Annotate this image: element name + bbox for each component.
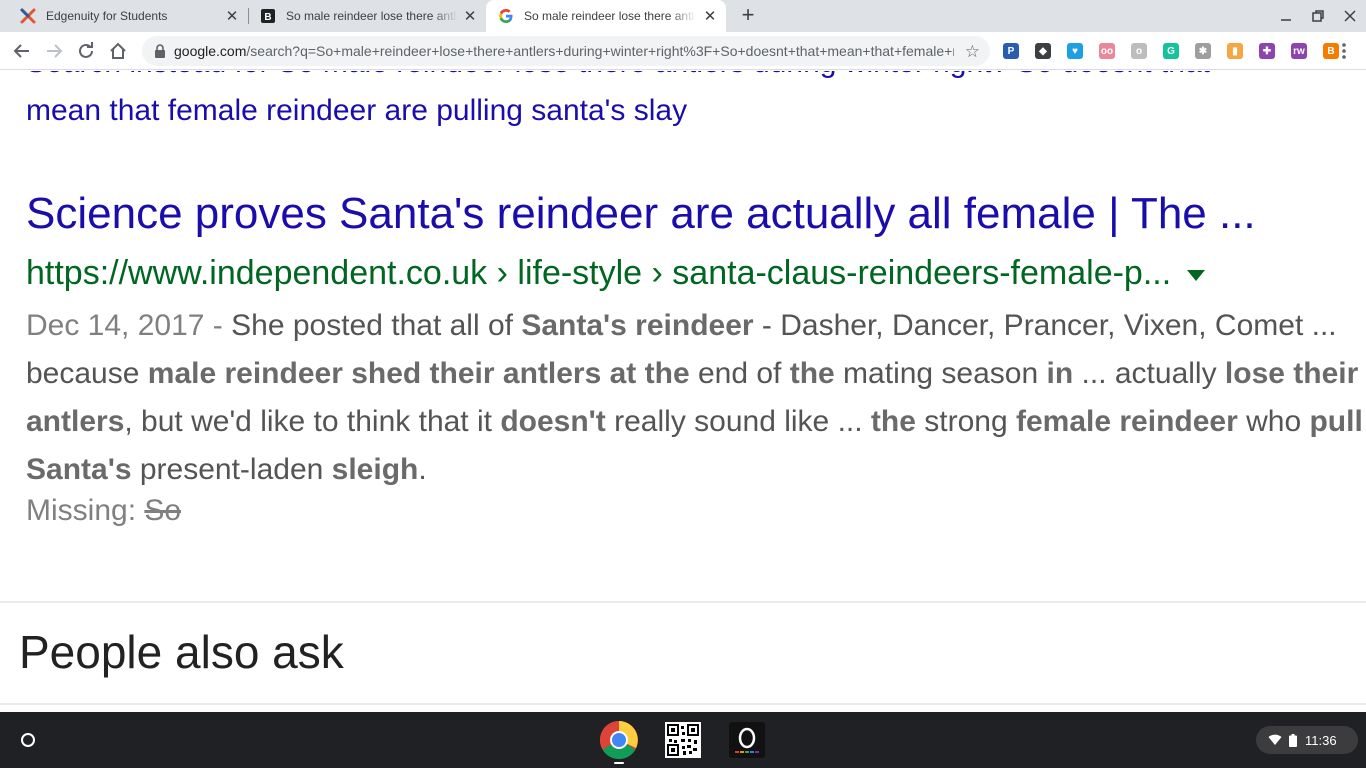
more-menu-icon[interactable] [1334, 41, 1354, 61]
snippet-text: present-laden [131, 453, 332, 486]
address-url[interactable]: google.com/search?q=So+male+reindeer+los… [174, 43, 954, 59]
qr-code-icon[interactable] [662, 720, 704, 760]
o-app-icon[interactable] [726, 720, 768, 760]
snippet-text: really sound like ... [605, 405, 871, 438]
url-path: /search?q=So+male+reindeer+lose+there+an… [246, 43, 954, 59]
snippet-highlight: the [870, 405, 916, 438]
google-icon [498, 8, 514, 24]
snippet-text: . [418, 453, 427, 486]
chrome-icon[interactable] [598, 720, 640, 760]
snippet-highlight: Santa's reindeer [521, 309, 754, 342]
snippet-text: mating season [834, 357, 1047, 390]
close-window-icon[interactable] [1340, 6, 1360, 26]
page-content: Search instead for So male reindeer lose… [0, 71, 1366, 712]
restore-icon[interactable] [1308, 6, 1328, 26]
tab-close-icon[interactable]: ✕ [462, 8, 478, 25]
snippet-highlight: in [1046, 357, 1074, 390]
edgenuity-icon [20, 8, 36, 24]
spelling-suggestion-line[interactable]: Search instead for So male reindeer lose… [26, 71, 1366, 87]
back-icon[interactable] [10, 39, 34, 63]
clock-time: 11:36 [1305, 732, 1337, 748]
launcher-icon[interactable] [12, 724, 44, 756]
tab-title: So male reindeer lose there antlers duri… [524, 9, 696, 23]
snippet-text: She posted that all of [231, 309, 522, 342]
snippet-highlight: doesn't [500, 405, 606, 438]
snippet-highlight: sleigh [331, 453, 419, 486]
tab-brainly[interactable]: B So male reindeer lose there antlers du… [248, 0, 486, 32]
snippet-text: end of [689, 357, 790, 390]
system-shelf: 11:36 [0, 712, 1366, 768]
minimize-icon[interactable] [1276, 6, 1296, 26]
spelling-suggestion-line[interactable]: mean that female reindeer are pulling sa… [26, 87, 1366, 135]
snippet-highlight: female reindeer [1015, 405, 1238, 438]
tab-close-icon[interactable]: ✕ [224, 8, 240, 25]
url-domain: google.com [174, 43, 247, 59]
active-app-indicator [614, 762, 624, 764]
new-tab-button[interactable]: + [736, 4, 760, 28]
snippet-text: who [1237, 405, 1310, 438]
rw-ext-icon[interactable]: rw [1291, 43, 1307, 59]
missing-label: Missing: [26, 494, 145, 527]
svg-text:B: B [264, 12, 271, 23]
status-tray[interactable]: 11:36 [1256, 726, 1358, 754]
gray-ext-icon[interactable]: ✱ [1195, 43, 1211, 59]
snippet-text: ... actually [1073, 357, 1225, 390]
reload-icon[interactable] [74, 39, 98, 63]
missing-term: So [144, 494, 182, 527]
battery-icon [1289, 733, 1297, 747]
missing-terms: Missing: So [26, 494, 181, 528]
doc-ext-icon[interactable]: ▮ [1227, 43, 1243, 59]
brainly-icon: B [260, 8, 276, 24]
tab-title: So male reindeer lose there antlers duri… [286, 9, 458, 23]
person-ext-icon[interactable]: o [1131, 43, 1147, 59]
result-url[interactable]: https://www.independent.co.uk › life-sty… [26, 254, 1206, 293]
result-date: Dec 14, 2017 - [26, 309, 232, 342]
tab-close-icon[interactable]: ✕ [702, 8, 718, 25]
snippet-highlight: the [789, 357, 835, 390]
pearson-ext-icon[interactable]: P [1003, 43, 1019, 59]
people-also-ask-heading: People also ask [19, 626, 344, 678]
home-icon[interactable] [106, 39, 130, 63]
snippet-text: strong [915, 405, 1016, 438]
tab-strip: Edgenuity for Students ✕ B So male reind… [0, 0, 1366, 32]
wifi-icon [1268, 734, 1282, 746]
spelling-suggestion[interactable]: Search instead for So male reindeer lose… [26, 71, 1366, 135]
puzzle-ext-icon[interactable]: ✚ [1259, 43, 1275, 59]
tab-google-search[interactable]: So male reindeer lose there antlers duri… [486, 0, 726, 32]
address-bar[interactable]: google.com/search?q=So+male+reindeer+los… [142, 36, 990, 66]
section-divider [0, 601, 1366, 603]
grammarly-ext-icon[interactable]: G [1163, 43, 1179, 59]
shield-ext-icon[interactable]: ◆ [1035, 43, 1051, 59]
result-snippet: Dec 14, 2017 - She posted that all of Sa… [26, 302, 1366, 494]
result-url-text[interactable]: https://www.independent.co.uk › life-sty… [26, 254, 1171, 293]
browser-toolbar: google.com/search?q=So+male+reindeer+los… [0, 32, 1366, 70]
forward-icon[interactable] [42, 39, 66, 63]
result-menu-caret-icon[interactable] [1187, 270, 1206, 281]
tab-edgenuity[interactable]: Edgenuity for Students ✕ [8, 0, 248, 32]
tab-title: Edgenuity for Students [46, 9, 168, 23]
bookmark-star-icon[interactable]: ☆ [965, 42, 980, 62]
lock-icon[interactable] [152, 43, 168, 59]
heart-ext-icon[interactable]: ♥ [1067, 43, 1083, 59]
snippet-text: , but we'd like to think that it [124, 405, 501, 438]
result-title-link[interactable]: Science proves Santa's reindeer are actu… [26, 189, 1256, 239]
snippet-highlight: male reindeer shed their antlers at the [147, 357, 690, 390]
section-divider [0, 703, 1366, 705]
eyes-ext-icon[interactable]: oo [1099, 43, 1115, 59]
